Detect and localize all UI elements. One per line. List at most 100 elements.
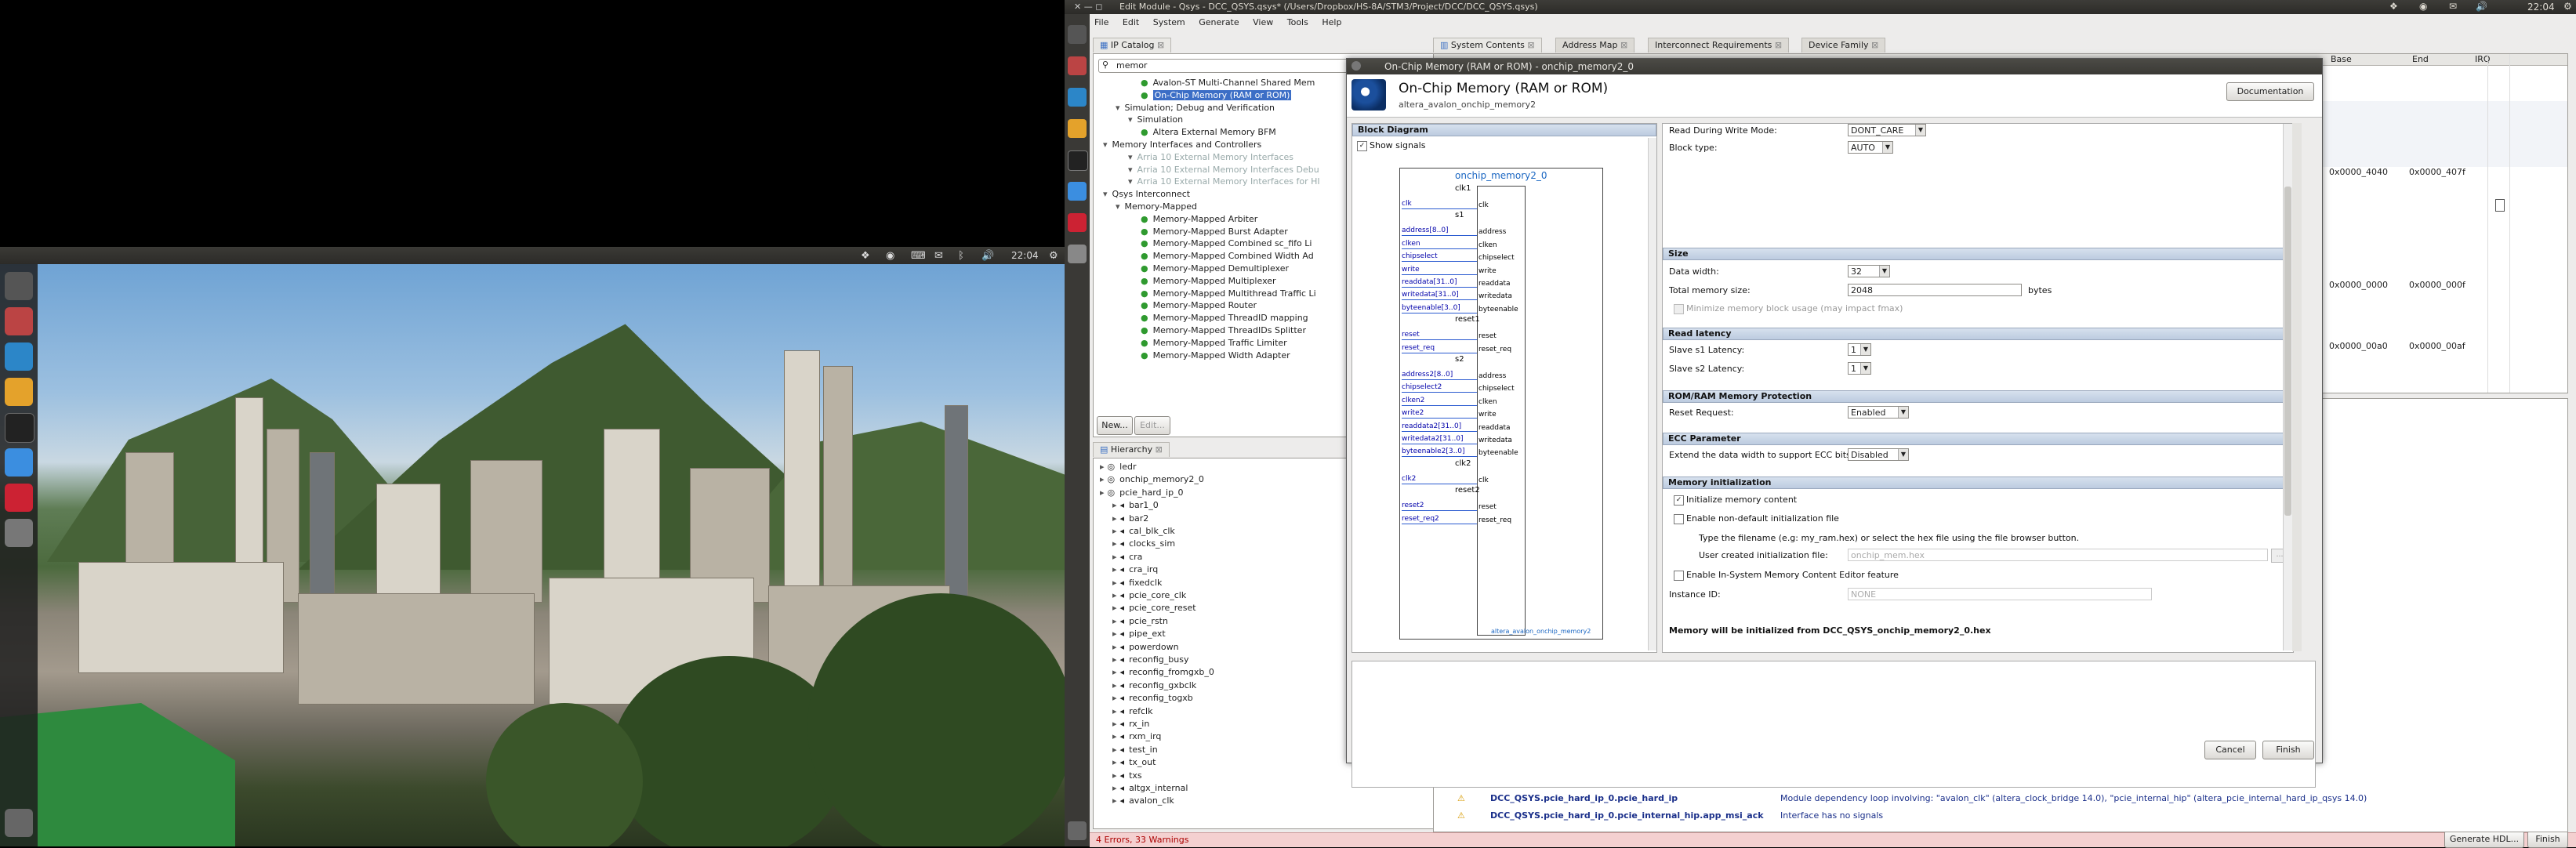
hierarchy-item[interactable]: ▸ ◂ rxm_irq: [1112, 731, 1161, 741]
hierarchy-item[interactable]: ▸ ◂ powerdown: [1112, 642, 1179, 652]
hierarchy-item[interactable]: ▸ ◂ cra_irq: [1112, 564, 1158, 574]
total-memory-input[interactable]: 2048: [1848, 284, 2022, 296]
close-icon[interactable]: [1351, 61, 1361, 71]
expand-arrow-icon[interactable]: ▸: [1112, 603, 1117, 613]
volume-icon[interactable]: 🔊: [981, 250, 994, 262]
close-icon[interactable]: ⊠: [1157, 40, 1164, 50]
in-system-editor-checkbox[interactable]: [1674, 571, 1684, 581]
outer-scrollbar[interactable]: [2292, 123, 2302, 651]
minimize-memory-checkbox[interactable]: [1674, 304, 1684, 314]
hierarchy-item[interactable]: ▸ ◎ pcie_hard_ip_0: [1100, 487, 1184, 498]
expand-arrow-icon[interactable]: ▸: [1112, 680, 1117, 690]
expand-arrow-icon[interactable]: ▸: [1112, 693, 1117, 703]
read-during-write-select[interactable]: DONT_CARE ▼: [1848, 124, 1926, 136]
initialize-memory-checkbox[interactable]: ✓: [1674, 495, 1684, 506]
documentation-button[interactable]: Documentation: [2226, 82, 2314, 101]
hierarchy-item[interactable]: ▸ ◎ onchip_memory2_0: [1100, 474, 1204, 484]
tab-ip-catalog[interactable]: ▦ IP Catalog ⊠: [1093, 38, 1172, 53]
ip-catalog-item[interactable]: ▾ Memory-Mapped: [1116, 201, 1197, 212]
tab-system-contents[interactable]: ▥ System Contents ⊠: [1433, 38, 1542, 53]
ip-catalog-item[interactable]: ● Memory-Mapped Width Adapter: [1141, 350, 1290, 361]
expand-arrow-icon[interactable]: ▸: [1100, 462, 1105, 472]
show-signals-checkbox[interactable]: ✓: [1357, 141, 1367, 151]
hierarchy-item[interactable]: ▸ ◂ cra: [1112, 552, 1142, 562]
scrollbar-thumb[interactable]: [2284, 187, 2291, 516]
hierarchy-item[interactable]: ▸ ◂ cal_blk_clk: [1112, 526, 1175, 536]
menu-help[interactable]: Help: [1322, 17, 1341, 27]
tab-address-map[interactable]: Address Map ⊠: [1555, 38, 1635, 53]
expand-arrow-icon[interactable]: ▸: [1112, 552, 1117, 562]
hierarchy-item[interactable]: ▸ ◂ tx_out: [1112, 757, 1156, 767]
dash-home-icon[interactable]: [5, 272, 33, 300]
generate-hdl-button[interactable]: Generate HDL...: [2444, 831, 2524, 848]
s2-latency-select[interactable]: 1 ▼: [1848, 362, 1871, 375]
terminal-icon[interactable]: [5, 413, 34, 443]
base-address-2[interactable]: 0x0000_0000: [2329, 280, 2388, 290]
ip-catalog-item[interactable]: ● Memory-Mapped Demultiplexer: [1141, 263, 1289, 274]
cancel-button[interactable]: Cancel: [2204, 741, 2256, 759]
expand-arrow-icon[interactable]: ▸: [1112, 757, 1117, 767]
edit-ip-button[interactable]: Edit...: [1134, 416, 1170, 435]
ip-catalog-item[interactable]: ● Memory-Mapped ThreadID mapping: [1141, 313, 1308, 323]
tab-interconnect-requirements[interactable]: Interconnect Requirements ⊠: [1648, 38, 1790, 53]
size-section[interactable]: Size: [1663, 248, 2285, 260]
rom-ram-protection-section[interactable]: ROM/RAM Memory Protection: [1663, 390, 2285, 403]
ip-catalog-item[interactable]: ● Memory-Mapped Multithread Traffic Li: [1141, 288, 1316, 299]
hierarchy-item[interactable]: ▸ ◂ bar1_0: [1112, 500, 1159, 510]
ecc-select[interactable]: Disabled ▼: [1848, 448, 1909, 461]
menu-system[interactable]: System: [1153, 17, 1185, 27]
expand-arrow-icon[interactable]: ▸: [1112, 783, 1117, 793]
ip-catalog-item[interactable]: ● Memory-Mapped Burst Adapter: [1141, 226, 1288, 237]
ip-catalog-item[interactable]: ● Memory-Mapped Combined Width Ad: [1141, 251, 1314, 261]
memory-initialization-section[interactable]: Memory initialization: [1663, 477, 2285, 489]
expand-arrow-icon[interactable]: ▸: [1100, 487, 1105, 498]
keyboard-icon[interactable]: ⌨: [911, 250, 926, 262]
hierarchy-item[interactable]: ▸ ◂ pcie_core_clk: [1112, 590, 1186, 600]
block-diagram-section[interactable]: Block Diagram: [1352, 124, 1656, 136]
software-center-icon[interactable]: [5, 484, 33, 512]
hierarchy-item[interactable]: ▸ ◂ txs: [1112, 770, 1142, 781]
hierarchy-item[interactable]: ▸ ◂ rx_in: [1112, 719, 1149, 729]
ip-catalog-item[interactable]: ▾ Qsys Interconnect: [1103, 189, 1190, 199]
expand-arrow-icon[interactable]: ▸: [1112, 578, 1117, 588]
hierarchy-item[interactable]: ▸ ◂ bar2: [1112, 513, 1148, 524]
ip-catalog-item[interactable]: ● Avalon-ST Multi-Channel Shared Mem: [1141, 78, 1315, 88]
menu-tools[interactable]: Tools: [1287, 17, 1308, 27]
settings-gear-icon[interactable]: ⚙: [1049, 250, 1058, 262]
quartus-icon[interactable]: [1068, 182, 1087, 201]
qsys-icon[interactable]: [5, 519, 33, 547]
expand-arrow-icon[interactable]: ▸: [1112, 590, 1117, 600]
hierarchy-item[interactable]: ▸ ◂ reconfig_busy: [1112, 654, 1188, 665]
hierarchy-item[interactable]: ▸ ◂ pcie_core_reset: [1112, 603, 1196, 613]
close-icon[interactable]: ⊠: [1156, 444, 1163, 455]
ip-catalog-item[interactable]: ▾ Simulation: [1128, 114, 1183, 125]
thunderbird-icon[interactable]: [5, 342, 33, 371]
ip-catalog-item[interactable]: ▾ Simulation; Debug and Verification: [1116, 103, 1275, 113]
s1-latency-select[interactable]: 1 ▼: [1848, 343, 1871, 356]
expand-arrow-icon[interactable]: ▸: [1100, 474, 1105, 484]
read-latency-section[interactable]: Read latency: [1663, 328, 2285, 340]
close-icon[interactable]: ⊠: [1620, 40, 1627, 50]
ip-catalog-item[interactable]: ● Memory-Mapped Router: [1141, 300, 1257, 310]
hierarchy-item[interactable]: ▸ ◂ reconfig_gxbclk: [1112, 680, 1196, 690]
close-icon[interactable]: ⊠: [1871, 40, 1878, 50]
trash-icon[interactable]: [1068, 821, 1087, 840]
finish-button[interactable]: Finish: [2262, 741, 2314, 759]
files-icon[interactable]: [5, 307, 33, 335]
hierarchy-item[interactable]: ▸ ◂ avalon_clk: [1112, 795, 1174, 806]
ip-catalog-item[interactable]: ● Memory-Mapped Multiplexer: [1141, 276, 1276, 286]
clock[interactable]: 22:04: [1011, 250, 1039, 261]
terminal-icon[interactable]: [1068, 150, 1088, 171]
software-center-icon[interactable]: [1068, 213, 1087, 232]
data-width-select[interactable]: 32 ▼: [1848, 265, 1890, 277]
expand-arrow-icon[interactable]: ▸: [1112, 616, 1117, 626]
hierarchy-item[interactable]: ▸ ◂ clocks_sim: [1112, 538, 1175, 549]
network-icon[interactable]: ◉: [886, 250, 894, 262]
bluetooth-icon[interactable]: ᛒ: [958, 250, 964, 262]
ip-catalog-item[interactable]: ● Memory-Mapped Traffic Limiter: [1141, 338, 1287, 348]
files-icon[interactable]: [1068, 56, 1087, 75]
expand-arrow-icon[interactable]: ▸: [1112, 642, 1117, 652]
expand-arrow-icon[interactable]: ▸: [1112, 706, 1117, 716]
menu-file[interactable]: File: [1094, 17, 1108, 27]
non-default-init-checkbox[interactable]: [1674, 514, 1684, 524]
